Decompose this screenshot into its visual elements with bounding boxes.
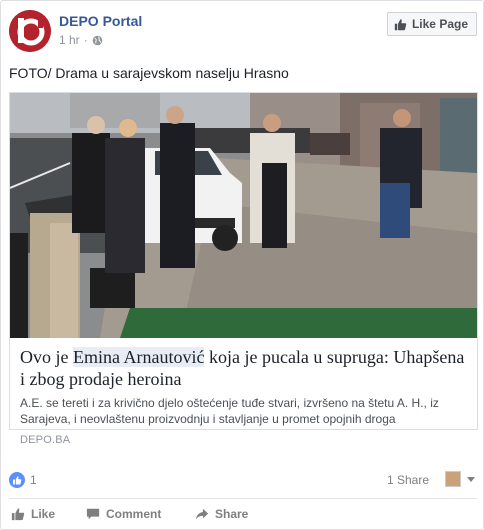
link-description: A.E. se tereti i za krivično djelo ošteć… [20,396,439,426]
link-source-domain: DEPO.BA [20,434,71,446]
post-header: DEPO Portal 1 hr · Like Page [9,10,477,54]
thumbs-up-icon [11,508,25,521]
like-label: Like [31,507,56,521]
comment-icon [86,508,100,520]
post-text: FOTO/ Drama u sarajevskom naselju Hrasno [9,65,289,81]
reactions-bar: 1 1 Share [9,471,477,489]
page-name[interactable]: DEPO Portal [59,13,142,29]
street-scene-photo [10,93,477,338]
like-button[interactable]: Like [11,507,55,521]
link-preview-image[interactable] [10,93,477,338]
title-highlighted-name: Emina Arnautović [73,347,205,367]
link-title[interactable]: Ovo je Emina Arnautović koja je pucala u… [20,346,467,390]
share-count[interactable]: 1 Share [387,473,429,487]
thumbs-up-icon [394,18,407,30]
share-button[interactable]: Share [195,507,248,521]
thumbs-up-icon [13,476,22,485]
depo-logo-icon [9,10,51,52]
post-time[interactable]: 1 hr [59,33,80,47]
globe-icon [92,35,102,45]
like-page-button[interactable]: Like Page [386,12,477,36]
caret-down-icon[interactable] [467,477,475,482]
link-attachment[interactable]: Ovo je Emina Arnautović koja je pucala u… [9,92,478,446]
comment-label: Comment [106,507,162,521]
meta-separator: · [83,33,88,47]
post-meta: 1 hr · [59,33,103,47]
viewer-avatar[interactable] [445,471,461,487]
share-arrow-icon [195,508,209,520]
like-reaction-icon[interactable] [9,472,25,488]
facebook-post-card: DEPO Portal 1 hr · Like Page FOTO/ Drama… [0,0,484,530]
title-part-1: Ovo je [20,347,73,367]
comment-button[interactable]: Comment [86,507,161,521]
like-page-label: Like Page [411,17,468,31]
share-label: Share [215,507,249,521]
link-body[interactable]: Ovo je Emina Arnautović koja je pucala u… [10,338,477,446]
reaction-count[interactable]: 1 [30,473,37,487]
post-actions: Like Comment Share [9,498,477,530]
page-avatar[interactable] [9,10,51,52]
